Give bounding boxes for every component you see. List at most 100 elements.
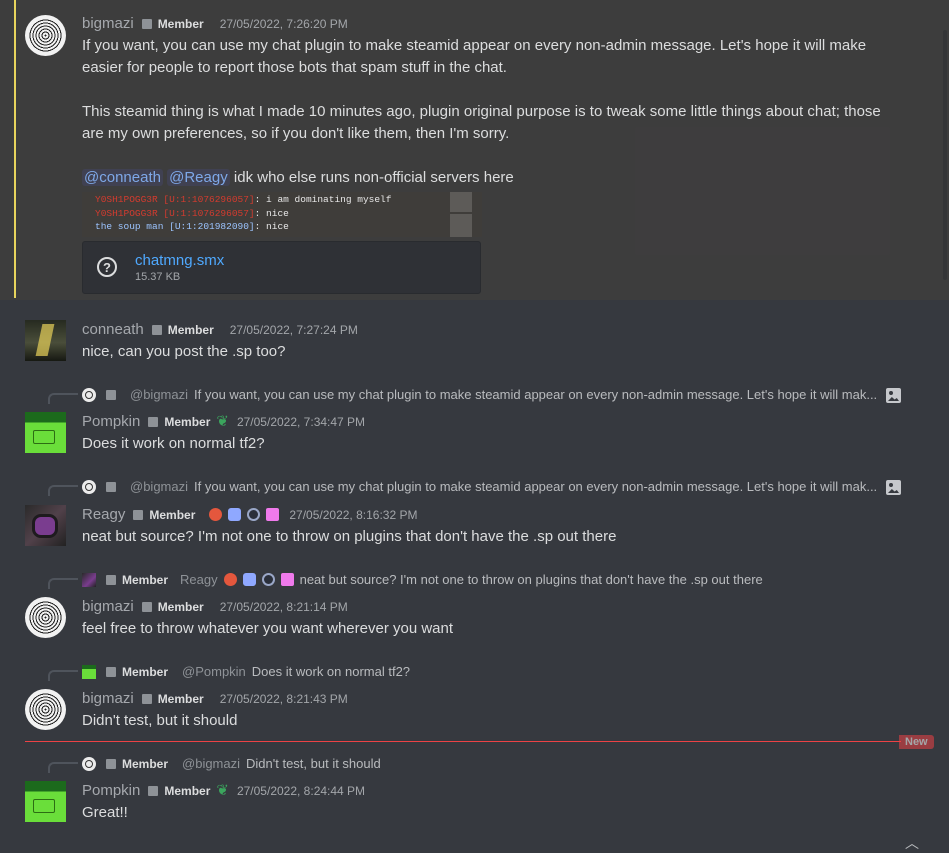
chat-name: Y0SH1POGG3R [U:1:1076296057]: [95, 207, 255, 219]
reply-text: Didn't test, but it should: [246, 756, 381, 771]
screenshot-scrollbar: [450, 192, 472, 237]
role-label: Member: [167, 322, 214, 337]
badge-icon[interactable]: [209, 508, 223, 521]
reply-text: If you want, you can use my chat plugin …: [194, 387, 878, 402]
timestamp: 27/05/2022, 8:16:32 PM: [289, 507, 418, 522]
sprout-icon[interactable]: ❦: [216, 783, 229, 798]
reply-avatar: [82, 387, 96, 402]
role-color-icon: [148, 785, 159, 796]
username[interactable]: Pompkin: [82, 413, 140, 430]
badge-icon[interactable]: [266, 508, 280, 521]
reply-username[interactable]: Reagy: [180, 572, 218, 587]
role-color-icon: [151, 324, 162, 335]
reply-mention[interactable]: @bigmazi: [182, 756, 240, 771]
timestamp: 27/05/2022, 7:27:24 PM: [229, 322, 358, 337]
chat-text: : nice: [254, 221, 289, 232]
chat-name: the soup man [U:1:201982090]: [95, 221, 255, 232]
role-label: Member: [157, 691, 204, 706]
message-header: bigmazi Member 27/05/2022, 7:26:20 PM: [82, 15, 348, 32]
user-mention[interactable]: @conneath: [82, 169, 163, 186]
reply-text: Does it work on normal tf2?: [251, 664, 411, 679]
attachment-size: 15.37 KB: [135, 271, 181, 283]
message-paragraph: If you want, you can use my chat plugin …: [82, 37, 867, 76]
reply-preview[interactable]: Member @bigmazi Didn't test, but it shou…: [82, 756, 381, 771]
reply-spine: [48, 393, 78, 404]
message-header: Reagy Member 27/05/2022, 8:16:32 PM: [82, 506, 417, 523]
username[interactable]: Pompkin: [82, 782, 140, 799]
chat-text: : i am dominating myself: [254, 194, 392, 205]
reply-text: neat but source? I'm not one to throw on…: [299, 572, 763, 587]
message-content: nice, can you post the .sp too?: [82, 343, 286, 360]
message-content: Does it work on normal tf2?: [82, 435, 265, 452]
avatar[interactable]: [25, 597, 66, 638]
message-header: conneath Member 27/05/2022, 7:27:24 PM: [82, 321, 358, 338]
reply-preview[interactable]: @bigmazi If you want, you can use my cha…: [82, 387, 877, 402]
role-color-icon: [106, 389, 116, 400]
role-label: Member: [157, 599, 204, 614]
timestamp: 27/05/2022, 7:26:20 PM: [219, 16, 348, 31]
message-header: Pompkin Member ❦ 27/05/2022, 7:34:47 PM: [82, 413, 365, 430]
role-color-icon: [106, 758, 116, 769]
reply-preview[interactable]: Member Reagy neat but source? I'm not on…: [82, 572, 763, 587]
message-header: bigmazi Member 27/05/2022, 8:21:43 PM: [82, 690, 348, 707]
reply-spine: [48, 670, 78, 681]
avatar[interactable]: [25, 412, 66, 453]
message-content: Didn't test, but it should: [82, 712, 238, 729]
reply-avatar: [82, 664, 96, 679]
username[interactable]: conneath: [82, 321, 144, 338]
avatar[interactable]: [25, 320, 66, 361]
reply-spine: [48, 578, 78, 589]
reply-avatar: [82, 479, 96, 494]
badge-icon: [261, 573, 275, 586]
reply-mention[interactable]: @Pompkin: [182, 664, 246, 679]
reply-avatar: [82, 572, 96, 587]
badge-icon: [242, 573, 256, 586]
role-label: Member: [122, 572, 169, 587]
chat-text: : nice: [254, 207, 289, 219]
avatar[interactable]: [25, 689, 66, 730]
message-header: bigmazi Member 27/05/2022, 8:21:14 PM: [82, 598, 348, 615]
role-color-icon: [148, 416, 159, 427]
message-header: Pompkin Member ❦ 27/05/2022, 8:24:44 PM: [82, 782, 365, 799]
question-circle-icon: ?: [97, 257, 117, 277]
scrollbar[interactable]: [943, 30, 947, 280]
avatar[interactable]: [25, 15, 66, 56]
badge-icon: [280, 573, 294, 586]
timestamp: 27/05/2022, 8:24:44 PM: [236, 783, 366, 798]
reply-preview[interactable]: @bigmazi If you want, you can use my cha…: [82, 479, 877, 494]
reply-preview[interactable]: Member @Pompkin Does it work on normal t…: [82, 664, 410, 679]
user-mention[interactable]: @Reagy: [167, 169, 230, 186]
role-color-icon: [141, 601, 152, 612]
mention-highlight-bar: [14, 0, 16, 298]
username[interactable]: bigmazi: [82, 598, 134, 615]
new-messages-label: New: [899, 735, 934, 749]
avatar[interactable]: [25, 505, 66, 546]
sprout-icon[interactable]: ❦: [216, 414, 229, 429]
attachment-filename[interactable]: chatmng.smx: [135, 252, 224, 269]
attached-screenshot[interactable]: Y0SH1POGG3R [U:1:1076296057] : i am domin…: [82, 192, 482, 237]
username[interactable]: bigmazi: [82, 690, 134, 707]
badge-icon[interactable]: [247, 508, 261, 521]
chevron-up-icon[interactable]: ︿: [905, 833, 919, 853]
avatar[interactable]: [25, 781, 66, 822]
message-content: feel free to throw whatever you want whe…: [82, 620, 454, 637]
message-content: Great!!: [82, 804, 128, 821]
timestamp: 27/05/2022, 8:21:43 PM: [219, 691, 348, 706]
reply-text: If you want, you can use my chat plugin …: [194, 479, 878, 494]
reply-mention[interactable]: @bigmazi: [130, 479, 188, 494]
message-content: If you want, you can use my chat plugin …: [82, 35, 889, 189]
role-label: Member: [164, 783, 211, 798]
mention-tail-text: idk who else runs non-official servers h…: [233, 169, 514, 186]
role-label: Member: [122, 664, 169, 679]
role-label: Member: [149, 507, 196, 522]
reply-spine: [48, 762, 78, 773]
username[interactable]: bigmazi: [82, 15, 134, 32]
role-color-icon: [106, 481, 116, 492]
reply-mention[interactable]: @bigmazi: [130, 387, 188, 402]
mention-line: @conneath @Reagy idk who else runs non-o…: [82, 167, 889, 189]
badge-icon[interactable]: [228, 508, 242, 521]
role-color-icon: [141, 693, 152, 704]
username[interactable]: Reagy: [82, 506, 125, 523]
message-content: neat but source? I'm not one to throw on…: [82, 528, 617, 545]
file-attachment[interactable]: ? chatmng.smx 15.37 KB: [82, 241, 481, 294]
